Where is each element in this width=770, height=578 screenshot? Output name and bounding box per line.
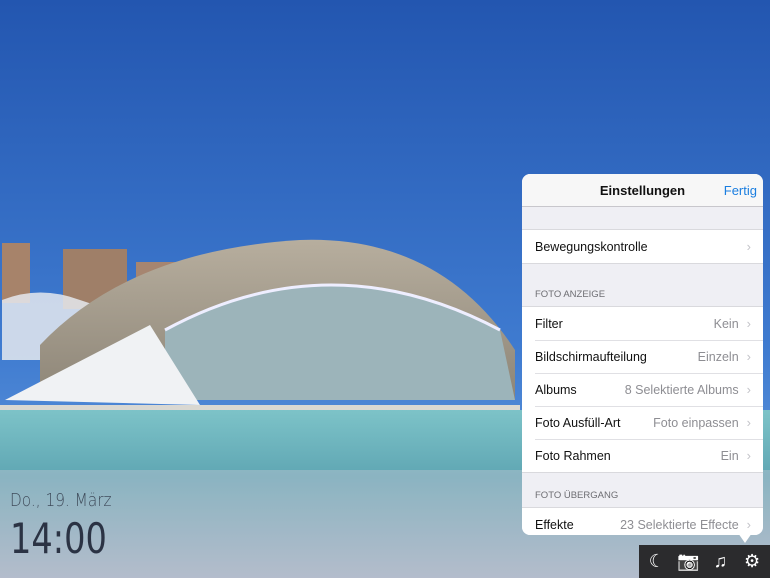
chevron-right-icon: › xyxy=(746,448,751,463)
row-value: 8 Selektierte Albums xyxy=(624,382,739,397)
popover-header: Einstellungen Fertig xyxy=(522,174,763,207)
gear-icon[interactable]: ⚙ xyxy=(739,551,765,572)
motion-control-row[interactable]: Bewegungskontrolle › xyxy=(522,230,763,263)
settings-popover: Einstellungen Fertig Bewegungskontrolle ›… xyxy=(522,174,763,535)
section-header-photo-display: FOTO ANZEIGE xyxy=(535,289,606,300)
screen-split-row[interactable]: Bildschirmaufteilung Einzeln › xyxy=(522,340,763,373)
chevron-right-icon: › xyxy=(746,316,751,331)
section-header-photo-transition: FOTO ÜBERGANG xyxy=(535,490,619,501)
photo-frame-row[interactable]: Foto Rahmen Ein › xyxy=(522,439,763,472)
chevron-right-icon: › xyxy=(746,382,751,397)
row-value: 23 Selektierte Effecte xyxy=(620,517,739,532)
effects-row[interactable]: Effekte 23 Selektierte Effecte › xyxy=(522,508,763,535)
row-label: Foto Ausfüll-Art xyxy=(535,415,621,430)
row-value: Einzeln xyxy=(697,349,739,364)
camera-icon[interactable]: 📷 xyxy=(676,551,702,572)
albums-row[interactable]: Albums 8 Selektierte Albums › xyxy=(522,373,763,406)
popover-title: Einstellungen xyxy=(599,183,686,198)
row-value: Kein xyxy=(713,316,739,331)
chevron-right-icon: › xyxy=(746,415,751,430)
row-label: Filter xyxy=(535,316,563,331)
row-label: Albums xyxy=(535,382,577,397)
filter-row[interactable]: Filter Kein › xyxy=(522,307,763,340)
photo-fill-mode-row[interactable]: Foto Ausfüll-Art Foto einpassen › xyxy=(522,406,763,439)
bottom-toolbar: ☾ 📷 ♫ ⚙ xyxy=(639,545,770,578)
chevron-right-icon: › xyxy=(746,239,751,254)
popover-arrow xyxy=(738,533,752,543)
row-label: Bildschirmaufteilung xyxy=(535,349,647,364)
row-label: Effekte xyxy=(535,517,574,532)
chevron-right-icon: › xyxy=(746,349,751,364)
done-button[interactable]: Fertig xyxy=(724,174,757,207)
moon-icon[interactable]: ☾ xyxy=(644,551,670,572)
row-label: Bewegungskontrolle xyxy=(535,239,648,254)
music-icon[interactable]: ♫ xyxy=(707,551,733,572)
date-label: Do., 19. März xyxy=(10,490,112,511)
row-label: Foto Rahmen xyxy=(535,448,611,463)
chevron-right-icon: › xyxy=(746,517,751,532)
row-value: Foto einpassen xyxy=(653,415,739,430)
time-label: 14:00 xyxy=(10,514,107,563)
row-value: Ein xyxy=(720,448,739,463)
